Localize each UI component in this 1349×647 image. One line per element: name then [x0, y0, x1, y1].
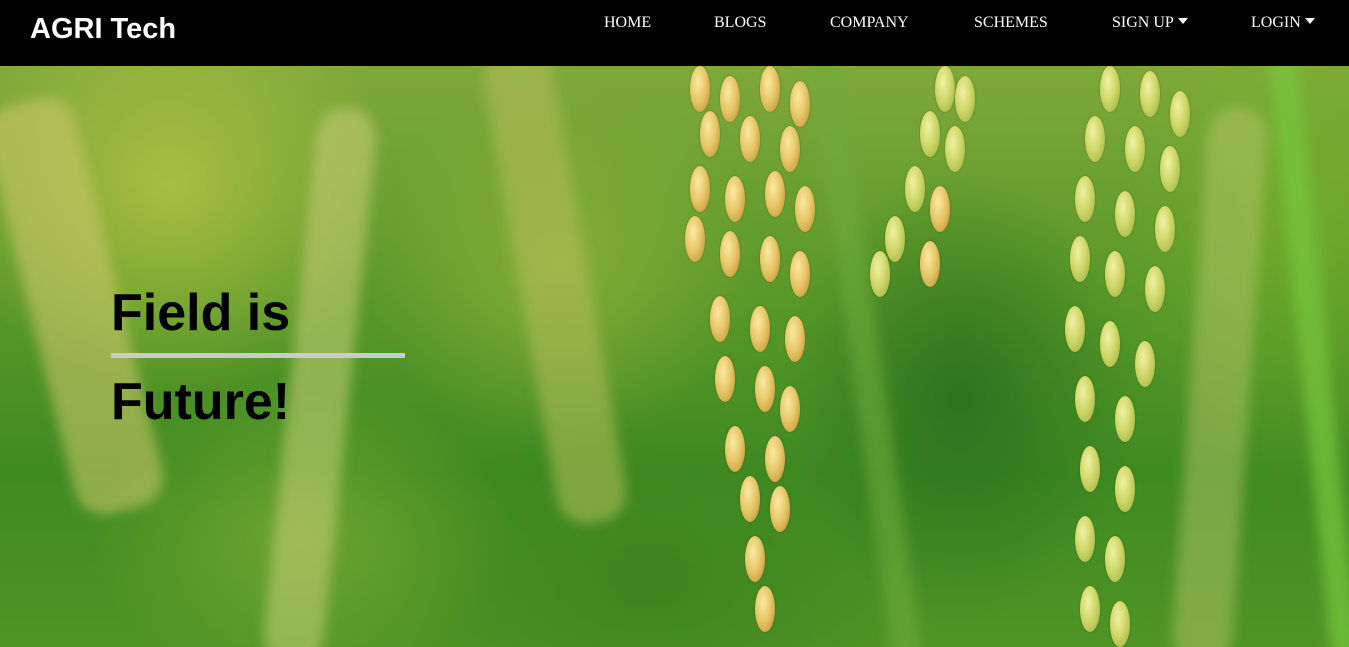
headline-line-2: Future!	[111, 373, 291, 431]
nav-schemes-label: SCHEMES	[974, 14, 1048, 31]
nav-login-dropdown[interactable]: LOGIN	[1251, 14, 1315, 32]
nav-signup-dropdown[interactable]: SIGN UP	[1112, 14, 1188, 32]
nav-company-link[interactable]: COMPANY	[830, 14, 909, 32]
nav-company-label: COMPANY	[830, 14, 909, 31]
nav-schemes-link[interactable]: SCHEMES	[974, 14, 1048, 32]
caret-down-icon	[1177, 18, 1188, 25]
headline-line-1: Field is	[111, 284, 291, 342]
hero-banner: Field is Future!	[0, 66, 1349, 647]
nav-login-label: LOGIN	[1251, 14, 1301, 31]
nav-signup-label: SIGN UP	[1112, 14, 1174, 31]
nav-menu: HOME BLOGS COMPANY SCHEMES SIGN UP LOGIN	[0, 14, 1349, 34]
hero-headline: Field is Future!	[111, 283, 405, 432]
nav-blogs-label: BLOGS	[714, 14, 767, 31]
caret-down-icon	[1304, 18, 1315, 25]
nav-blogs-link[interactable]: BLOGS	[714, 14, 766, 32]
nav-home-link[interactable]: HOME	[604, 14, 651, 32]
nav-home-label: HOME	[604, 14, 652, 31]
headline-divider	[111, 353, 405, 358]
top-navbar: AGRI Tech HOME BLOGS COMPANY SCHEMES SIG…	[0, 0, 1349, 66]
